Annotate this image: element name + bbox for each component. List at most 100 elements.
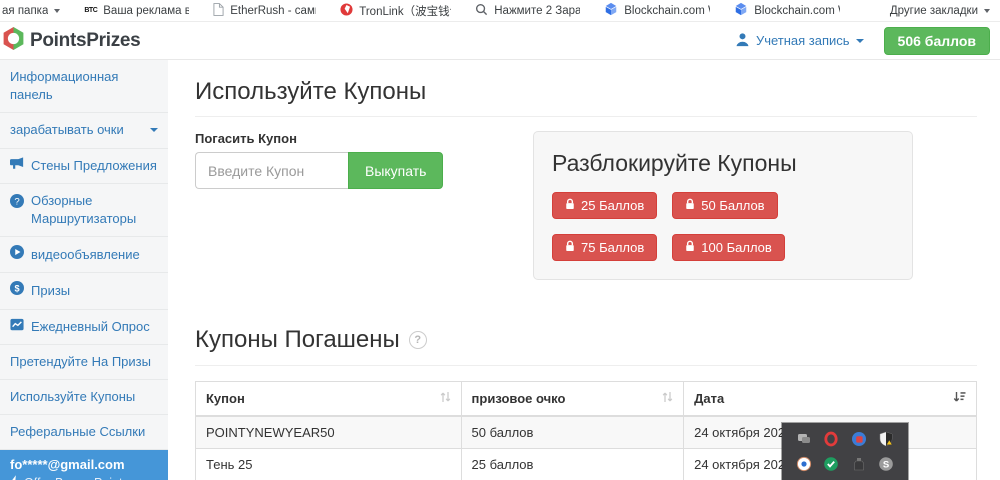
lock-icon — [565, 198, 575, 213]
account-label: Учетная запись — [756, 33, 850, 48]
browser-window: ая папка BTC Ваша реклама в с EtherRush … — [0, 0, 1000, 480]
bonus-account-gmail[interactable]: fo*****@gmail.com Offer Bonus Points — [0, 450, 168, 480]
sort-both-icon — [440, 391, 451, 406]
coin-icon: $ — [10, 281, 24, 300]
column-header-points[interactable]: призовое очко — [461, 382, 684, 417]
bookmark-label: Blockchain.com Wa — [754, 5, 840, 17]
antivirus-check-icon[interactable] — [823, 456, 839, 472]
cell-points: 50 баллов — [461, 416, 684, 449]
play-circle-icon — [10, 245, 24, 264]
bonus-sub-label: Offer Bonus Points — [24, 476, 129, 480]
redeem-coupon-label: Погасить Купон — [195, 131, 533, 146]
bookmark-folder[interactable]: ая папка — [2, 5, 60, 17]
unlock-75-button[interactable]: 75 Баллов — [552, 234, 657, 261]
column-header-coupon[interactable]: Купон — [196, 382, 462, 417]
cell-coupon: Тень 25 — [196, 449, 462, 480]
sidebar-item-label: Обзорные Маршрутизаторы — [31, 192, 158, 228]
redeem-button[interactable]: Выкупать — [348, 152, 443, 189]
bookmark-blockchain-1[interactable]: Blockchain.com Wa — [604, 2, 710, 19]
chevron-down-icon — [856, 39, 864, 43]
bookmark-label: Нажмите 2 Зараб — [494, 5, 580, 17]
cell-coupon: POINTYNEWYEAR50 — [196, 416, 462, 449]
bookmark-label: Blockchain.com Wa — [624, 5, 710, 17]
page-title: Используйте Купоны — [195, 78, 977, 117]
mail-app-icon[interactable] — [851, 431, 867, 447]
points-badge[interactable]: 506 баллов — [884, 27, 990, 55]
brand-logo[interactable]: PointsPrizes — [1, 26, 140, 56]
bookmark-label: TronLink（波宝钱包 — [359, 3, 451, 19]
main-content: Используйте Купоны Погасить Купон Выкупа… — [168, 60, 1000, 480]
blockchain-icon — [604, 2, 618, 19]
sidebar-item-label: Используйте Купоны — [10, 388, 158, 406]
bolt-icon — [10, 475, 19, 480]
sidebar: Информационная панель зарабатывать очки … — [0, 60, 168, 480]
bookmark-blockchain-2[interactable]: Blockchain.com Wa — [734, 2, 840, 19]
skype-icon[interactable]: S — [878, 456, 894, 472]
megaphone-icon — [10, 157, 24, 175]
column-header-date[interactable]: Дата — [684, 382, 977, 417]
blockchain-icon — [734, 2, 748, 19]
unlock-100-button[interactable]: 100 Баллов — [672, 234, 785, 261]
other-bookmarks-button[interactable]: Другие закладки — [890, 5, 990, 17]
svg-text:?: ? — [14, 196, 19, 207]
media-player-icon[interactable] — [796, 456, 812, 472]
coupon-input[interactable] — [195, 152, 348, 189]
redeem-form: Погасить Купон Выкупать — [195, 131, 533, 189]
account-menu[interactable]: Учетная запись — [735, 32, 864, 50]
header-right: Учетная запись 506 баллов — [735, 27, 990, 55]
bookmark-folder-label: ая папка — [2, 5, 48, 17]
btc-icon: BTC — [84, 7, 97, 14]
sidebar-item-label: Претендуйте На Призы — [10, 353, 158, 371]
chevron-down-icon — [150, 128, 158, 132]
page-icon — [213, 3, 224, 19]
bookmark-label: EtherRush - самый — [230, 5, 316, 17]
chat-app-icon[interactable] — [796, 431, 812, 447]
svg-text:$: $ — [14, 284, 19, 294]
bonus-email: fo*****@gmail.com — [10, 457, 158, 472]
bookmarks-bar: ая папка BTC Ваша реклама в с EtherRush … — [0, 0, 1000, 22]
sidebar-item-label: Стены Предложения — [31, 157, 158, 175]
chart-icon — [10, 318, 24, 336]
sidebar-item-referral-links[interactable]: Реферальные Ссылки — [0, 415, 168, 450]
sidebar-item-use-coupons[interactable]: Используйте Купоны — [0, 380, 168, 415]
unlock-50-button[interactable]: 50 Баллов — [672, 192, 777, 219]
sidebar-item-label: Информационная панель — [10, 68, 158, 104]
user-icon — [735, 32, 750, 50]
opera-icon[interactable] — [823, 431, 839, 447]
sort-both-icon — [662, 391, 673, 406]
chevron-down-icon — [54, 9, 60, 13]
bookmark-click2earn[interactable]: Нажмите 2 Зараб — [475, 3, 580, 19]
chevron-down-icon — [984, 9, 990, 13]
ink-bottle-icon[interactable] — [851, 456, 867, 472]
sidebar-item-daily-poll[interactable]: Ежедневный Опрос — [0, 310, 168, 345]
site-header: PointsPrizes Учетная запись 506 баллов — [0, 22, 1000, 60]
bookmark-tronlink[interactable]: TronLink（波宝钱包 — [340, 3, 451, 19]
shield-warning-icon[interactable] — [878, 431, 894, 447]
sort-desc-icon — [953, 391, 966, 406]
sidebar-item-claim-prizes[interactable]: Претендуйте На Призы — [0, 345, 168, 380]
sidebar-item-survey-routers[interactable]: ? Обзорные Маршрутизаторы — [0, 184, 168, 237]
sidebar-item-offer-walls[interactable]: Стены Предложения — [0, 149, 168, 184]
unlock-panel-title: Разблокируйте Купоны — [552, 150, 894, 177]
sidebar-item-earn-points[interactable]: зарабатывать очки — [0, 113, 168, 148]
sidebar-item-label: Ежедневный Опрос — [31, 318, 158, 336]
sidebar-item-label: Реферальные Ссылки — [10, 423, 158, 441]
brand-name: PointsPrizes — [30, 30, 140, 52]
sidebar-item-video-ads[interactable]: видеообъявление — [0, 237, 168, 273]
other-bookmarks-label: Другие закладки — [890, 5, 978, 17]
system-tray-popup: S — [782, 423, 908, 480]
unlock-coupons-panel: Разблокируйте Купоны 25 Баллов 50 Баллов… — [533, 131, 913, 280]
bookmark-btc[interactable]: BTC Ваша реклама в с — [84, 5, 189, 17]
bookmark-etherrush[interactable]: EtherRush - самый — [213, 3, 316, 19]
lock-icon — [565, 240, 575, 255]
sidebar-item-prizes[interactable]: $ Призы — [0, 273, 168, 309]
sidebar-item-dashboard[interactable]: Информационная панель — [0, 60, 168, 113]
unlock-25-button[interactable]: 25 Баллов — [552, 192, 657, 219]
cell-points: 25 баллов — [461, 449, 684, 480]
history-section-title: Купоны Погашены ? — [195, 326, 977, 366]
question-circle-icon: ? — [10, 194, 24, 213]
sidebar-item-label: Призы — [31, 282, 158, 300]
bookmark-label: Ваша реклама в с — [103, 5, 189, 17]
search-icon — [475, 3, 488, 19]
help-icon[interactable]: ? — [409, 331, 427, 349]
